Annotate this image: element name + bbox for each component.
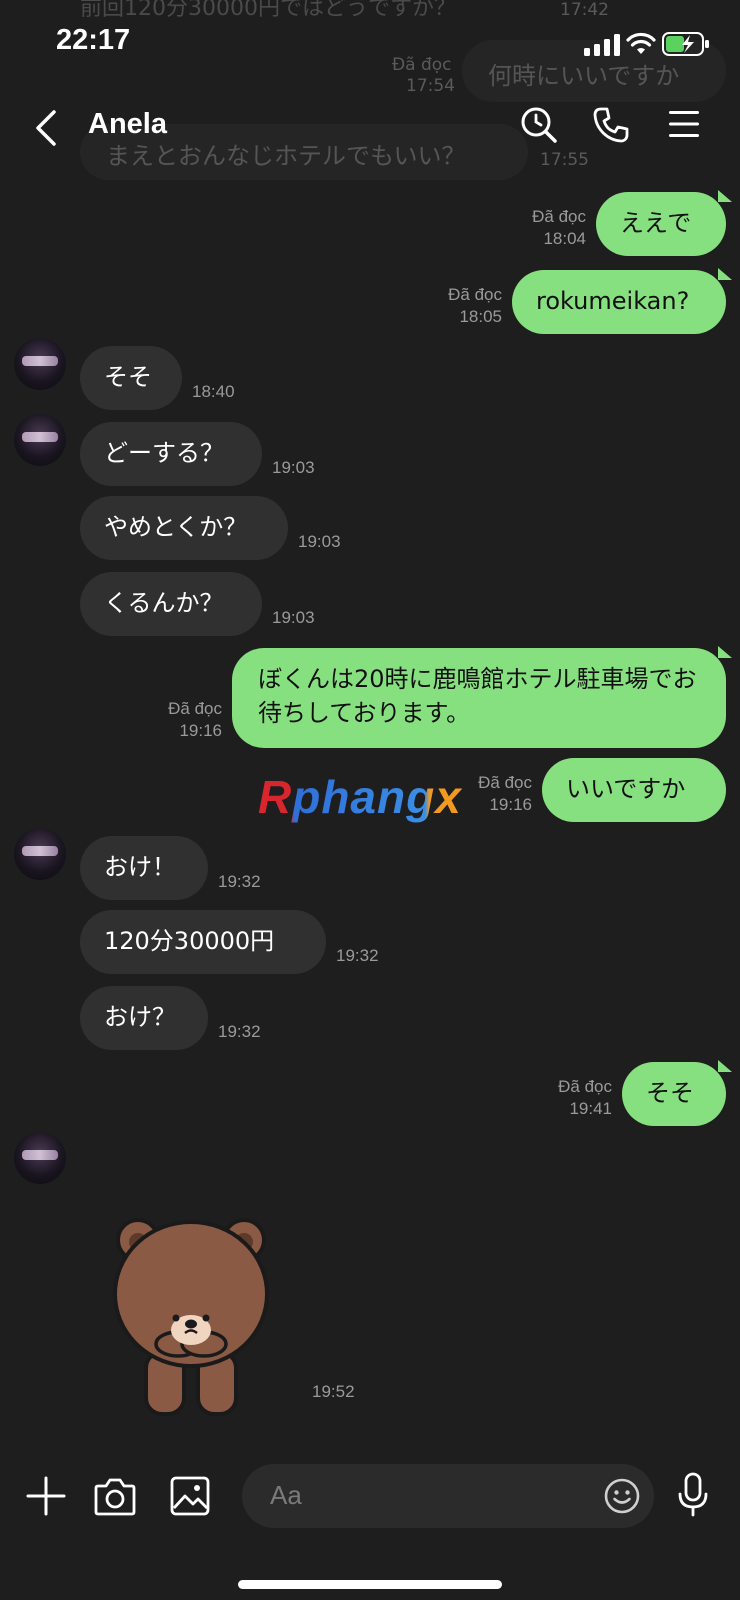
message-text: いいですか [566,775,686,803]
message-text: やめとくか？ [104,513,248,541]
watermark-logo: Rphangx [258,770,462,824]
message-text: そそ [104,363,152,391]
chat-header: Anela [0,90,740,170]
read-label: Đã đọc [478,773,532,792]
message-text: 120分30000円 [104,927,275,955]
message-time: 18:04 [543,229,586,248]
read-receipt: Đã đọc 18:05 [414,284,502,328]
menu-icon[interactable] [668,108,700,140]
message-bubble-incoming[interactable]: そそ [80,346,182,410]
read-label: Đã đọc [532,207,586,226]
message-time: 19:32 [218,1022,261,1041]
read-receipt: Đã đọc 19:41 [524,1076,612,1120]
back-icon[interactable] [34,108,58,148]
read-receipt: Đã đọc 18:04 [498,206,586,250]
message-time: 19:41 [569,1099,612,1118]
status-bar: 22:17 [0,0,740,90]
avatar[interactable] [14,338,66,390]
input-placeholder: Aa [270,1480,302,1510]
message-bubble-outgoing[interactable]: ええで [596,192,726,256]
home-indicator[interactable] [238,1580,502,1589]
message-time: 19:32 [336,946,379,965]
message-bubble-incoming[interactable]: おけ！ [80,836,208,900]
message-input[interactable]: Aa [242,1464,654,1528]
message-bubble-incoming[interactable]: 120分30000円 [80,910,326,974]
message-text: くるんか？ [104,589,224,617]
message-time: 19:52 [312,1382,355,1401]
message-bubble-incoming[interactable]: どーする？ [80,422,262,486]
message-text: そそ [646,1079,694,1107]
watermark-text: Rphangx [258,771,462,823]
message-time: 18:40 [192,382,235,401]
contact-name[interactable]: Anela [88,108,167,141]
avatar[interactable] [14,1132,66,1184]
message-bubble-outgoing[interactable]: いいですか [542,758,726,822]
phone-icon[interactable] [592,106,630,144]
message-text: ぼくんは20時に鹿鳴館ホテル駐車場でお待ちしております。 [258,665,697,727]
message-bubble-incoming[interactable]: くるんか？ [80,572,262,636]
wifi-icon [626,32,656,54]
image-icon[interactable] [170,1476,210,1516]
avatar[interactable] [14,414,66,466]
message-bubble-outgoing[interactable]: rokumeikan? [512,270,726,334]
search-icon[interactable] [520,106,558,144]
message-text: おけ？ [104,1003,176,1031]
read-receipt: Đã đọc 19:16 [444,772,532,816]
message-bubble-incoming[interactable]: やめとくか？ [80,496,288,560]
message-time: 19:32 [218,872,261,891]
message-time: 19:16 [489,795,532,814]
message-text: rokumeikan? [536,287,690,315]
microphone-icon[interactable] [678,1472,708,1518]
message-time: 19:16 [179,721,222,740]
status-time: 22:17 [56,24,131,56]
bubble-tail [718,1060,732,1072]
avatar[interactable] [14,828,66,880]
bubble-tail [718,190,732,202]
message-text: どーする？ [104,439,224,467]
read-label: Đã đọc [448,285,502,304]
battery-icon [662,32,709,56]
camera-icon[interactable] [94,1476,136,1516]
message-bubble-outgoing[interactable]: ぼくんは20時に鹿鳴館ホテル駐車場でお待ちしております。 [232,648,726,748]
bubble-tail [718,646,732,658]
message-time: 19:03 [272,458,315,477]
read-receipt: Đã đọc 19:16 [134,698,222,742]
plus-icon[interactable] [26,1476,66,1516]
message-text: おけ！ [104,853,176,881]
read-label: Đã đọc [558,1077,612,1096]
message-bubble-outgoing[interactable]: そそ [622,1062,726,1126]
message-time: 19:03 [298,532,341,551]
message-time: 18:05 [459,307,502,326]
message-time: 19:03 [272,608,315,627]
message-bubble-incoming[interactable]: おけ？ [80,986,208,1050]
signal-icon [584,34,620,56]
brown-bear-sticker[interactable] [108,1212,274,1420]
emoji-icon[interactable] [604,1478,640,1514]
read-label: Đã đọc [168,699,222,718]
input-bar: Aa [0,1448,740,1600]
bubble-tail [718,268,732,280]
message-text: ええで [620,209,692,237]
